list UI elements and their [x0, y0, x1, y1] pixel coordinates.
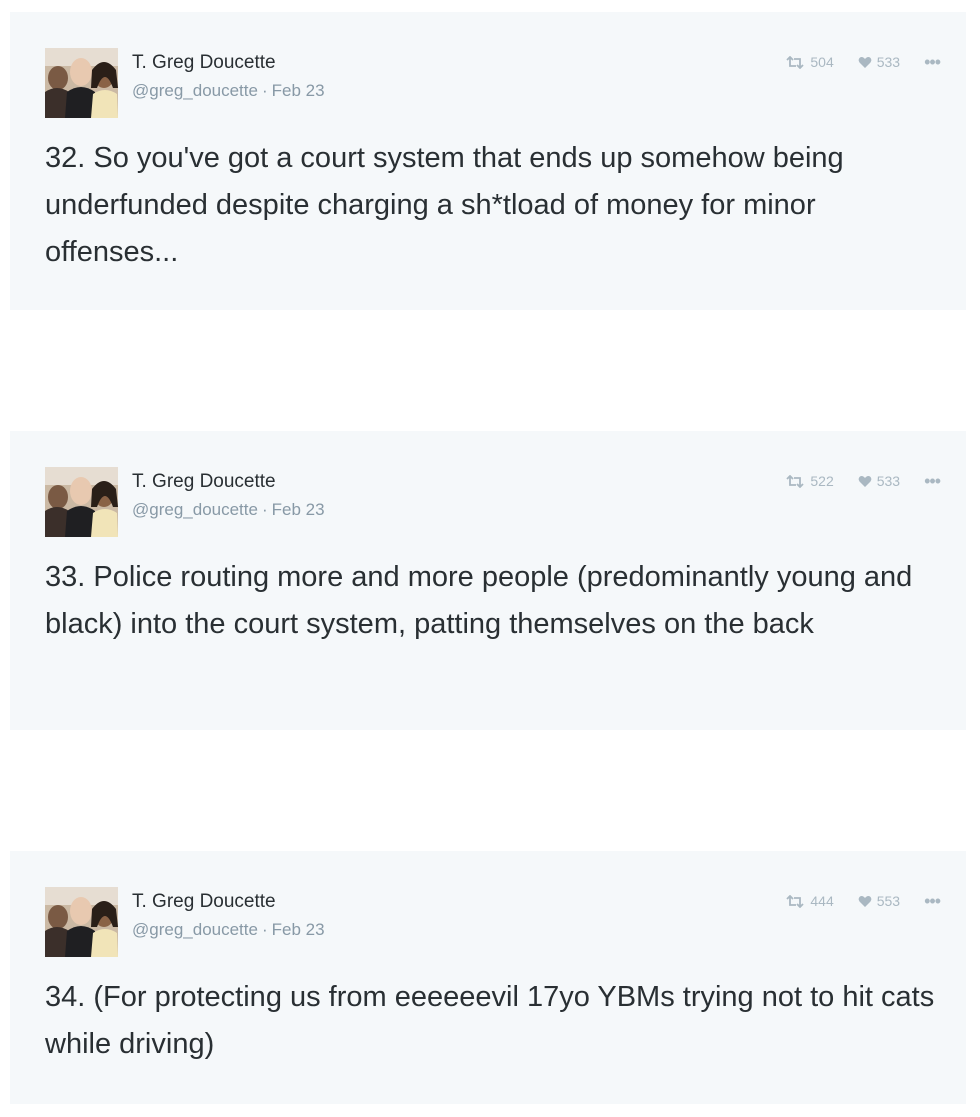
- tweet-date[interactable]: Feb 23: [272, 920, 325, 939]
- more-options-icon[interactable]: •••: [924, 472, 941, 490]
- tweet-actions: 522 533 •••: [761, 472, 941, 490]
- like-button[interactable]: 533: [858, 473, 900, 489]
- retweet-button[interactable]: 522: [785, 473, 834, 489]
- meta-separator: ·: [261, 500, 268, 519]
- like-button[interactable]: 553: [858, 893, 900, 909]
- retweet-count: 522: [810, 473, 834, 489]
- meta-separator: ·: [261, 81, 268, 100]
- retweet-button[interactable]: 444: [785, 893, 834, 909]
- tweet-card: T. Greg Doucette @greg_doucette · Feb 23 4…: [10, 851, 966, 1104]
- retweet-button[interactable]: 504: [785, 54, 834, 70]
- like-count: 533: [876, 473, 901, 489]
- meta-separator: ·: [261, 920, 268, 939]
- tweet-actions: 504 533 •••: [761, 53, 941, 71]
- author-name[interactable]: T. Greg Doucette: [132, 52, 276, 74]
- more-options-icon[interactable]: •••: [924, 892, 941, 910]
- author-handle[interactable]: @greg_doucette: [132, 920, 258, 939]
- tweet-meta: @greg_doucette · Feb 23: [132, 920, 325, 940]
- tweet-text: 32. So you've got a court system that en…: [45, 142, 844, 268]
- retweet-count: 444: [810, 893, 834, 909]
- heart-icon: [858, 895, 872, 908]
- author-handle[interactable]: @greg_doucette: [132, 81, 258, 100]
- heart-icon: [858, 56, 872, 69]
- author-name[interactable]: T. Greg Doucette: [132, 891, 276, 913]
- tweet-meta: @greg_doucette · Feb 23: [132, 500, 325, 520]
- tweet-meta: @greg_doucette · Feb 23: [132, 81, 325, 101]
- avatar[interactable]: [45, 48, 118, 118]
- heart-icon: [858, 475, 872, 488]
- avatar[interactable]: [45, 467, 118, 537]
- retweet-icon: [785, 474, 805, 488]
- tweet-card: T. Greg Doucette @greg_doucette · Feb 23 5…: [10, 12, 966, 310]
- tweet-actions: 444 553 •••: [761, 892, 941, 910]
- like-count: 533: [876, 54, 901, 70]
- retweet-count: 504: [810, 54, 834, 70]
- retweet-icon: [785, 894, 805, 908]
- tweet-card: T. Greg Doucette @greg_doucette · Feb 23 5…: [10, 431, 966, 730]
- tweet-text: 33. Police routing more and more people …: [45, 561, 913, 640]
- tweet-date[interactable]: Feb 23: [272, 81, 325, 100]
- avatar[interactable]: [45, 887, 118, 957]
- author-handle[interactable]: @greg_doucette: [132, 500, 258, 519]
- tweet-date[interactable]: Feb 23: [272, 500, 325, 519]
- more-options-icon[interactable]: •••: [924, 53, 941, 71]
- author-name[interactable]: T. Greg Doucette: [132, 471, 276, 493]
- tweet-text: 34. (For protecting us from eeeeeevil 17…: [45, 981, 935, 1060]
- like-count: 553: [876, 893, 901, 909]
- like-button[interactable]: 533: [858, 54, 900, 70]
- retweet-icon: [785, 55, 805, 69]
